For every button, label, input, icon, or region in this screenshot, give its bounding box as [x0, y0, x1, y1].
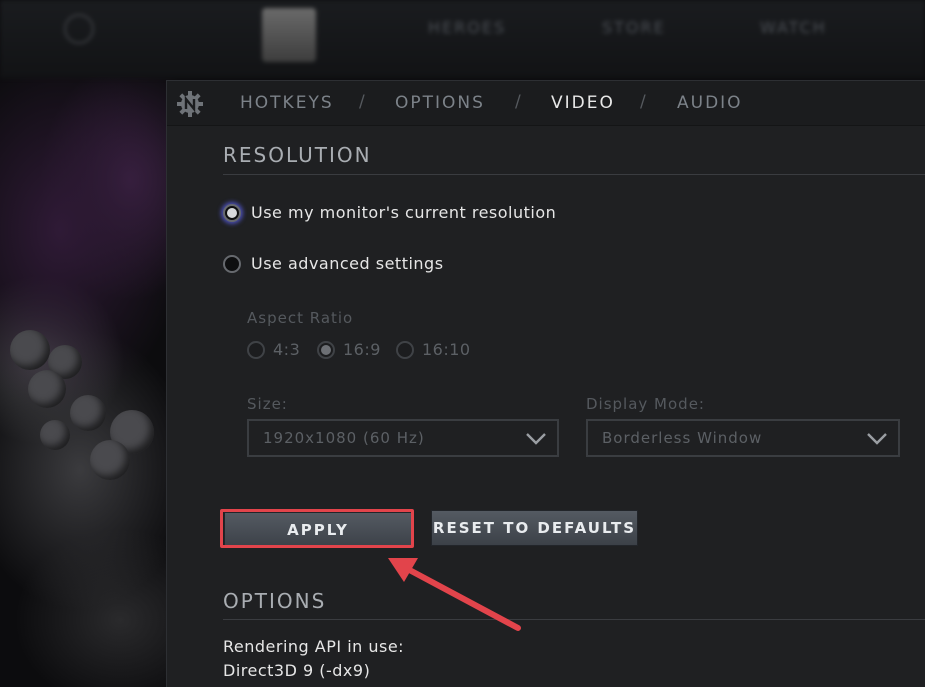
radio-button[interactable] — [247, 340, 265, 359]
radio-label: Use my monitor's current resolution — [251, 203, 557, 222]
nav-item-watch[interactable]: WATCH — [760, 18, 827, 37]
tab-hotkeys[interactable]: HOTKEYS — [240, 93, 334, 113]
aspect-option-4-3[interactable]: 4:3 — [247, 340, 300, 359]
section-divider — [223, 619, 925, 620]
radio-label: Use advanced settings — [251, 254, 444, 273]
settings-gear-icon[interactable] — [175, 89, 205, 119]
settings-panel: HOTKEYS / OPTIONS / VIDEO / AUDIO RESOLU… — [166, 80, 925, 687]
settings-tab-bar: HOTKEYS / OPTIONS / VIDEO / AUDIO — [167, 81, 925, 126]
background-rock — [40, 420, 70, 450]
reset-to-defaults-button[interactable]: RESET TO DEFAULTS — [431, 510, 638, 546]
nav-circle-icon[interactable] — [64, 14, 94, 44]
radio-advanced-settings[interactable]: Use advanced settings — [223, 254, 444, 273]
display-mode-dropdown[interactable]: Borderless Window — [586, 419, 900, 457]
section-divider — [223, 174, 925, 175]
resolution-section-title: RESOLUTION — [223, 143, 372, 167]
main-top-nav: HEROES STORE WATCH — [0, 0, 925, 78]
tab-separator: / — [359, 92, 365, 112]
tab-separator: / — [515, 92, 521, 112]
display-mode-label: Display Mode: — [586, 395, 705, 413]
rendering-api-label: Rendering API in use: — [223, 637, 405, 656]
aspect-ratio-label: Aspect Ratio — [247, 309, 354, 327]
radio-label: 16:10 — [422, 340, 471, 359]
screen: HEROES STORE WATCH HOTKEYS / OPTIONS / V… — [0, 0, 925, 687]
options-section-title: OPTIONS — [223, 589, 327, 613]
aspect-option-16-9[interactable]: 16:9 — [317, 340, 381, 359]
radio-label: 16:9 — [343, 340, 381, 359]
tab-options[interactable]: OPTIONS — [395, 93, 485, 113]
aspect-option-16-10[interactable]: 16:10 — [396, 340, 471, 359]
background-rock — [10, 330, 50, 370]
apply-button[interactable]: APPLY — [224, 512, 412, 548]
size-dropdown[interactable]: 1920x1080 (60 Hz) — [247, 419, 559, 457]
dota-logo-icon[interactable] — [262, 8, 316, 62]
size-label: Size: — [247, 395, 288, 413]
tab-video[interactable]: VIDEO — [551, 93, 615, 113]
nav-item-heroes[interactable]: HEROES — [428, 18, 506, 37]
radio-button[interactable] — [396, 340, 414, 359]
background-rock — [28, 370, 66, 408]
chevron-down-icon — [526, 433, 546, 445]
radio-button[interactable] — [223, 203, 241, 222]
display-mode-dropdown-value: Borderless Window — [602, 429, 763, 447]
tab-separator: / — [640, 92, 646, 112]
radio-button[interactable] — [223, 254, 241, 273]
chevron-down-icon — [867, 433, 887, 445]
nav-item-store[interactable]: STORE — [602, 18, 666, 37]
size-dropdown-value: 1920x1080 (60 Hz) — [263, 429, 425, 447]
radio-label: 4:3 — [273, 340, 301, 359]
radio-monitor-resolution[interactable]: Use my monitor's current resolution — [223, 203, 556, 222]
background-rock — [70, 395, 106, 431]
background-rock — [90, 440, 130, 480]
rendering-api-value: Direct3D 9 (-dx9) — [223, 661, 371, 680]
tab-audio[interactable]: AUDIO — [677, 93, 743, 113]
radio-button[interactable] — [317, 340, 335, 359]
